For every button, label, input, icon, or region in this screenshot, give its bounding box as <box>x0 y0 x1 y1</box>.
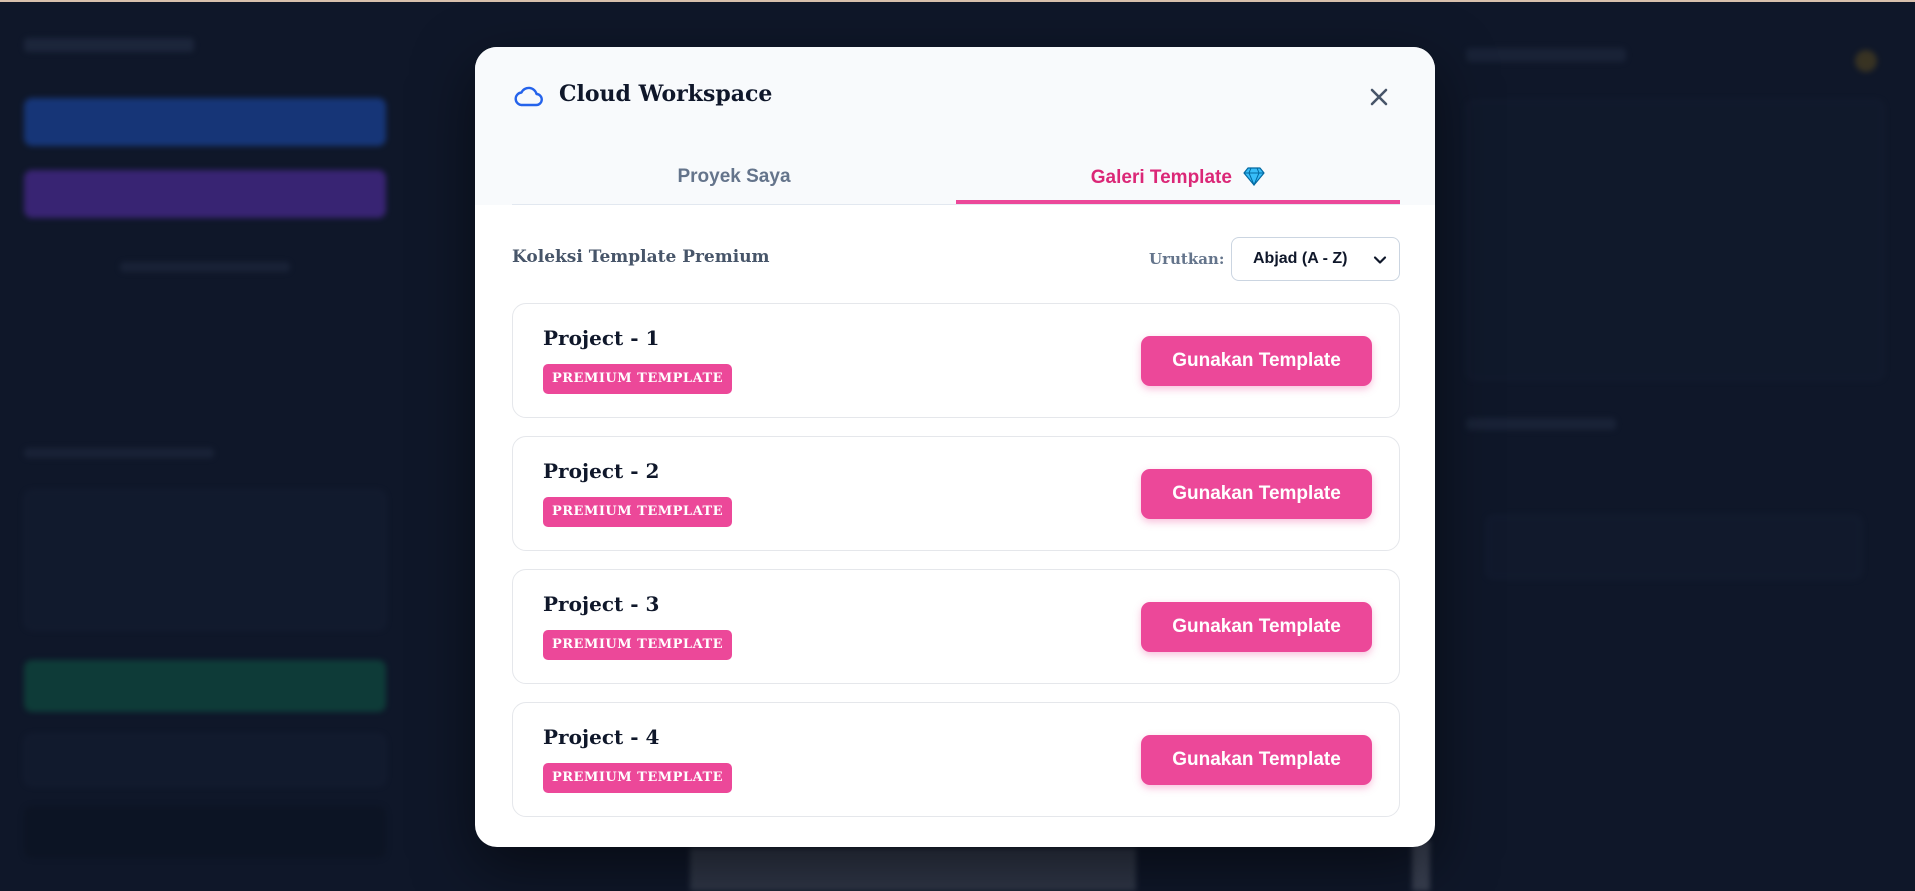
tab-label: Proyek Saya <box>677 166 791 187</box>
bg-icon <box>1855 50 1877 72</box>
bg-green-button <box>24 660 386 712</box>
bg-purple-button <box>24 170 386 218</box>
template-toolbar: Koleksi Template Premium Urutkan: Abjad … <box>512 237 1400 281</box>
bg-panel <box>24 734 386 786</box>
premium-badge: PREMIUM TEMPLATE <box>543 630 732 660</box>
use-template-button[interactable]: Gunakan Template <box>1141 602 1372 652</box>
tab-proyek-saya[interactable]: Proyek Saya <box>512 157 956 204</box>
bg-panel <box>24 490 386 630</box>
template-list: Project - 1 PREMIUM TEMPLATE Gunakan Tem… <box>512 303 1400 835</box>
sort-value: Abjad (A - Z) <box>1253 250 1348 267</box>
premium-badge: PREMIUM TEMPLATE <box>543 497 732 527</box>
modal-title: Cloud Workspace <box>559 81 773 107</box>
bg-text-line <box>1466 418 1616 430</box>
bg-sidebar-title <box>24 38 194 52</box>
template-name: Project - 1 <box>543 326 660 350</box>
bg-dark-button <box>24 806 386 858</box>
chevron-down-icon <box>1373 256 1387 264</box>
tab-label: Galeri Template <box>1090 167 1232 188</box>
template-card: Project - 3 PREMIUM TEMPLATE Gunakan Tem… <box>512 569 1400 684</box>
template-card: Project - 2 PREMIUM TEMPLATE Gunakan Tem… <box>512 436 1400 551</box>
sort-dropdown[interactable]: Abjad (A - Z) <box>1231 237 1400 281</box>
use-template-button[interactable]: Gunakan Template <box>1141 336 1372 386</box>
cloud-workspace-modal: Cloud Workspace Proyek Saya Galeri Templ… <box>475 47 1435 847</box>
bg-text-line <box>1466 48 1626 62</box>
template-name: Project - 4 <box>543 725 660 749</box>
bg-text-line <box>24 448 214 458</box>
tab-galeri-template[interactable]: Galeri Template <box>956 157 1400 204</box>
use-template-button[interactable]: Gunakan Template <box>1141 469 1372 519</box>
modal-header: Cloud Workspace Proyek Saya Galeri Templ… <box>475 47 1435 205</box>
bg-right-panel <box>1486 515 1862 579</box>
bg-right-panel <box>1466 100 1884 380</box>
use-template-button[interactable]: Gunakan Template <box>1141 735 1372 785</box>
template-name: Project - 3 <box>543 592 660 616</box>
premium-badge: PREMIUM TEMPLATE <box>543 364 732 394</box>
premium-badge: PREMIUM TEMPLATE <box>543 763 732 793</box>
template-card: Project - 4 PREMIUM TEMPLATE Gunakan Tem… <box>512 702 1400 817</box>
section-title: Koleksi Template Premium <box>512 247 770 267</box>
cloud-icon <box>514 86 543 107</box>
template-card: Project - 1 PREMIUM TEMPLATE Gunakan Tem… <box>512 303 1400 418</box>
bg-blue-button <box>24 98 386 146</box>
bg-text-line <box>120 262 290 272</box>
tab-bar: Proyek Saya Galeri Template <box>512 157 1400 205</box>
template-name: Project - 2 <box>543 459 660 483</box>
sort-label: Urutkan: <box>1149 250 1225 268</box>
close-icon[interactable] <box>1366 84 1392 110</box>
bg-gray-block <box>1412 840 1430 891</box>
bg-gray-block <box>690 848 1136 891</box>
diamond-icon <box>1243 167 1265 186</box>
